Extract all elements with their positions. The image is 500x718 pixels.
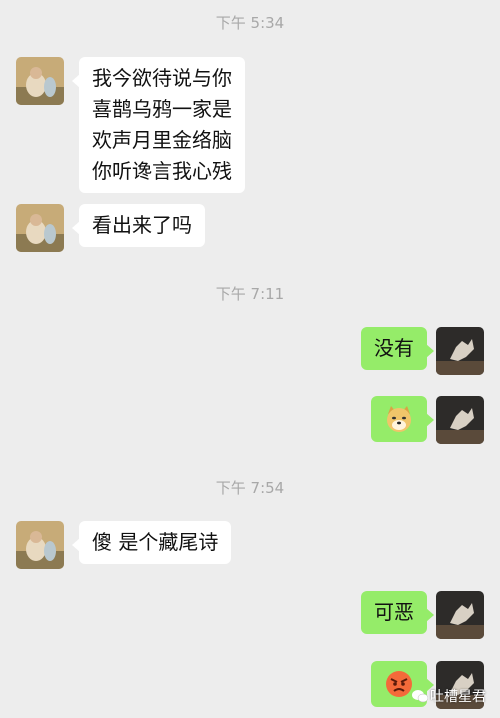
angry-face-emoji-icon [386,671,412,697]
message-text: 可恶 [374,600,414,624]
message-text: 我今欲待说与你 [92,66,232,90]
my-avatar[interactable] [436,327,484,375]
wechat-icon [412,690,428,703]
message-bubble-incoming[interactable]: 傻 是个藏尾诗 [71,521,232,564]
timestamp: 下午 5:34 [215,14,285,32]
message-bubble-outgoing[interactable]: 没有 [361,327,434,370]
message-bubble-incoming[interactable]: 我今欲待说与你 喜鹊乌鸦一家是 欢声月里金络脑 你听谗言我心残 [72,57,245,193]
contact-avatar[interactable] [16,521,64,569]
timestamp: 下午 7:11 [215,285,285,303]
contact-avatar[interactable] [16,204,64,252]
message-text: 欢声月里金络脑 [92,128,232,152]
watermark-text: 吐槽星君 [430,689,486,705]
contact-avatar[interactable] [16,57,64,105]
timestamp: 下午 7:54 [215,479,285,497]
my-avatar[interactable] [436,591,484,639]
doge-emoji-icon [387,406,411,432]
message-text: 你听谗言我心残 [92,159,232,183]
message-bubble-outgoing[interactable]: 可恶 [361,591,434,634]
message-text: 傻 是个藏尾诗 [92,530,219,554]
message-text: 没有 [374,336,414,360]
watermark: 吐槽星君 [412,686,486,706]
message-text: 看出来了吗 [92,213,192,237]
my-avatar[interactable] [436,396,484,444]
message-bubble-incoming[interactable]: 看出来了吗 [72,204,205,247]
message-bubble-outgoing[interactable] [371,396,434,442]
message-text: 喜鹊乌鸦一家是 [92,97,232,121]
